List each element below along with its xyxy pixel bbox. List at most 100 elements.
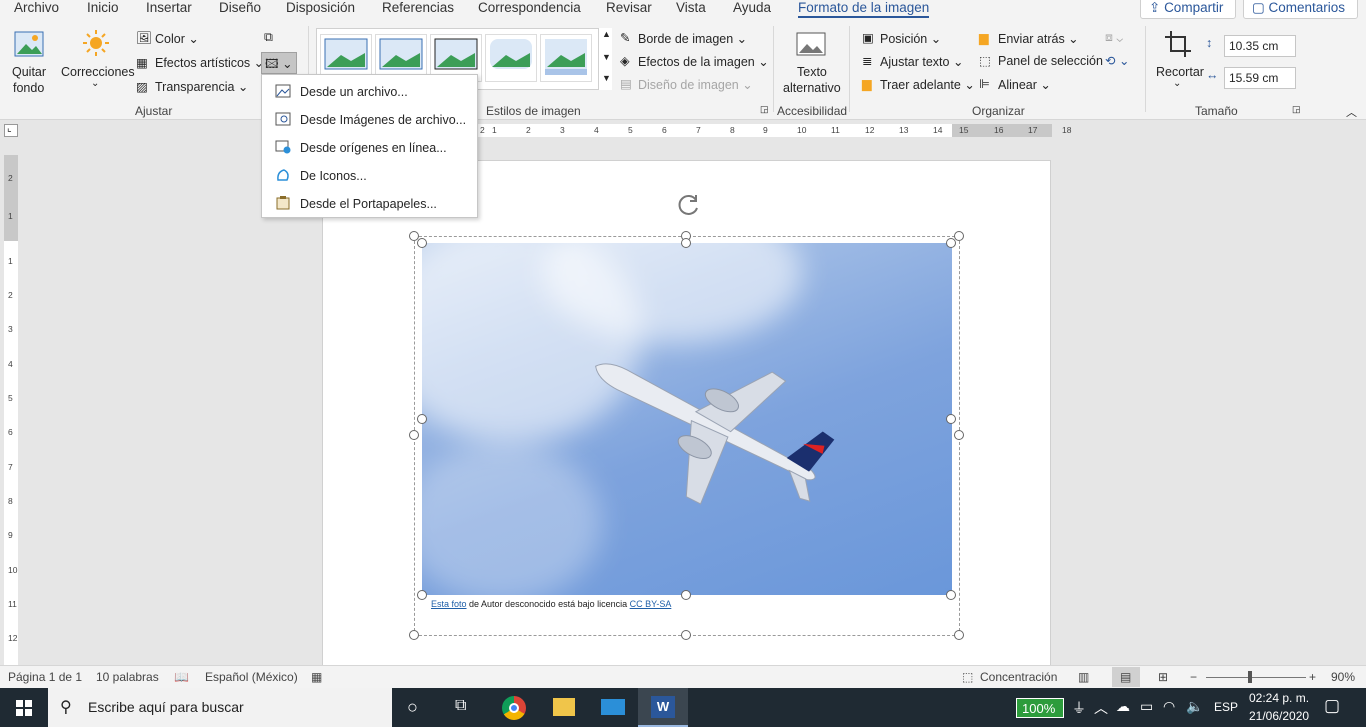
color-button[interactable]: Color ⌄ bbox=[155, 31, 199, 46]
battery-icon[interactable]: ▭ bbox=[1140, 698, 1153, 715]
resize-handle[interactable] bbox=[954, 430, 964, 440]
chrome-icon[interactable] bbox=[502, 696, 526, 720]
read-mode-icon[interactable]: ▥ bbox=[1078, 670, 1089, 684]
word-taskbar-button[interactable]: W bbox=[638, 688, 688, 727]
resize-handle[interactable] bbox=[946, 414, 956, 424]
menu-item-from-file[interactable]: Desde un archivo... bbox=[262, 77, 477, 105]
macro-icon[interactable]: ▦ bbox=[311, 670, 322, 684]
change-picture-button[interactable]: 🖾 ⌄ bbox=[261, 52, 297, 74]
volume-icon[interactable]: 🔈 bbox=[1186, 698, 1203, 715]
tab-diseno[interactable]: Diseño bbox=[219, 0, 261, 15]
height-input[interactable]: 10.35 cm bbox=[1224, 35, 1296, 57]
picture-border-button[interactable]: Borde de imagen ⌄ bbox=[638, 31, 747, 46]
tab-inicio[interactable]: Inicio bbox=[87, 0, 119, 15]
vertical-ruler[interactable]: 2 1 1 2 3 4 5 6 7 8 9 10 11 12 bbox=[4, 155, 18, 665]
word-count[interactable]: 10 palabras bbox=[96, 670, 159, 684]
tab-correspondencia[interactable]: Correspondencia bbox=[478, 0, 581, 15]
tab-disposicion[interactable]: Disposición bbox=[286, 0, 355, 15]
menu-item-online[interactable]: Desde orígenes en línea... bbox=[262, 133, 477, 161]
tab-ayuda[interactable]: Ayuda bbox=[733, 0, 771, 15]
style-thumb[interactable] bbox=[540, 34, 592, 82]
menu-item-stock-images[interactable]: Desde Imágenes de archivo... bbox=[262, 105, 477, 133]
remove-background-icon[interactable] bbox=[14, 30, 44, 60]
gallery-scroll[interactable]: ▲ ▼ ▼ bbox=[598, 28, 612, 90]
corrections-sun-icon[interactable] bbox=[83, 30, 109, 56]
crop-icon[interactable] bbox=[1164, 30, 1192, 58]
crop-button[interactable]: Recortar bbox=[1156, 65, 1204, 79]
tab-revisar[interactable]: Revisar bbox=[606, 0, 652, 15]
remove-bg-label-2[interactable]: fondo bbox=[13, 81, 44, 95]
license-link[interactable]: CC BY-SA bbox=[630, 599, 672, 609]
send-backward-button[interactable]: Enviar atrás ⌄ bbox=[998, 31, 1079, 46]
resize-handle[interactable] bbox=[681, 590, 691, 600]
style-thumb[interactable] bbox=[485, 34, 537, 82]
input-language[interactable]: ESP bbox=[1214, 700, 1238, 714]
rotate-handle-icon[interactable] bbox=[676, 192, 702, 218]
alt-text-label-1[interactable]: Texto bbox=[797, 65, 827, 79]
clock-time[interactable]: 02:24 p. m. bbox=[1249, 691, 1309, 705]
tab-vista[interactable]: Vista bbox=[676, 0, 706, 15]
page-count[interactable]: Página 1 de 1 bbox=[8, 670, 82, 684]
tab-insertar[interactable]: Insertar bbox=[146, 0, 192, 15]
width-input[interactable]: 15.59 cm bbox=[1224, 67, 1296, 89]
corrections-button[interactable]: Correcciones bbox=[61, 65, 135, 79]
start-button[interactable] bbox=[0, 688, 48, 727]
bring-forward-button[interactable]: Traer adelante ⌄ bbox=[880, 77, 975, 92]
wifi-icon[interactable]: ◠ bbox=[1163, 698, 1175, 715]
selection-pane-button[interactable]: Panel de selección bbox=[998, 54, 1103, 68]
battery-indicator[interactable]: 100% bbox=[1016, 698, 1064, 718]
resize-handle[interactable] bbox=[681, 238, 691, 248]
photo-link[interactable]: Esta foto bbox=[431, 599, 467, 609]
clock-date[interactable]: 21/06/2020 bbox=[1249, 709, 1309, 723]
notifications-icon[interactable]: ▢ bbox=[1324, 696, 1340, 716]
zoom-slider-thumb[interactable] bbox=[1248, 671, 1252, 683]
mail-icon[interactable] bbox=[601, 699, 625, 715]
zoom-level[interactable]: 90% bbox=[1331, 670, 1355, 684]
zoom-out-button[interactable]: − bbox=[1190, 670, 1197, 684]
tab-selector[interactable]: ⌞ bbox=[4, 123, 18, 137]
cortana-icon[interactable]: ○ bbox=[407, 697, 418, 718]
file-explorer-icon[interactable] bbox=[553, 698, 575, 716]
resize-handle[interactable] bbox=[954, 231, 964, 241]
picture-effects-button[interactable]: Efectos de la imagen ⌄ bbox=[638, 54, 769, 69]
resize-handle[interactable] bbox=[946, 590, 956, 600]
wrap-text-button[interactable]: Ajustar texto ⌄ bbox=[880, 54, 963, 69]
language-status[interactable]: Español (México) bbox=[205, 670, 298, 684]
transparency-button[interactable]: Transparencia ⌄ bbox=[155, 79, 248, 94]
cloud-error-icon[interactable]: ☁ bbox=[1116, 698, 1130, 715]
print-layout-button[interactable]: ▤ bbox=[1112, 667, 1140, 687]
chevron-up-icon[interactable]: ︿ bbox=[1094, 698, 1108, 718]
focus-mode-button[interactable]: Concentración bbox=[980, 670, 1057, 684]
proofing-icon[interactable]: 📖 bbox=[174, 670, 189, 684]
zoom-in-button[interactable]: + bbox=[1309, 670, 1316, 684]
power-plug-icon[interactable]: ⏚ bbox=[1072, 698, 1086, 718]
gallery-more-icon[interactable]: ▼ bbox=[602, 73, 611, 83]
remove-bg-label-1[interactable]: Quitar bbox=[12, 65, 46, 79]
zoom-slider-track[interactable] bbox=[1206, 677, 1306, 678]
chevron-down-icon[interactable]: ▼ bbox=[602, 52, 611, 62]
resize-handle[interactable] bbox=[946, 238, 956, 248]
alt-text-label-2[interactable]: alternativo bbox=[783, 81, 841, 95]
menu-item-icons[interactable]: De Iconos... bbox=[262, 161, 477, 189]
chevron-up-icon[interactable]: ▲ bbox=[602, 29, 611, 39]
alt-text-icon[interactable] bbox=[796, 32, 826, 60]
artistic-effects-button[interactable]: Efectos artísticos ⌄ bbox=[155, 55, 264, 70]
resize-handle[interactable] bbox=[409, 430, 419, 440]
position-button[interactable]: Posición ⌄ bbox=[880, 31, 941, 46]
collapse-ribbon-icon[interactable]: ︿ bbox=[1346, 104, 1357, 120]
menu-item-clipboard[interactable]: Desde el Portapapeles... bbox=[262, 189, 477, 217]
align-button[interactable]: Alinear ⌄ bbox=[998, 77, 1051, 92]
tab-referencias[interactable]: Referencias bbox=[382, 0, 454, 15]
tab-formato-imagen[interactable]: Formato de la imagen bbox=[798, 0, 930, 18]
task-view-icon[interactable]: ⧉ bbox=[455, 697, 466, 715]
resize-handle[interactable] bbox=[681, 630, 691, 640]
tab-archivo[interactable]: Archivo bbox=[14, 0, 59, 15]
resize-handle[interactable] bbox=[409, 630, 419, 640]
dialog-launcher-icon[interactable]: ◲ bbox=[760, 104, 769, 115]
share-button[interactable]: ⇪ Compartir bbox=[1140, 0, 1236, 19]
rotate-icon[interactable]: ⟲ ⌄ bbox=[1105, 53, 1129, 68]
compress-pictures-icon[interactable]: ⧉ bbox=[264, 30, 273, 45]
comments-button[interactable]: ▢ Comentarios bbox=[1243, 0, 1358, 19]
dialog-launcher-icon[interactable]: ◲ bbox=[1292, 104, 1301, 115]
resize-handle[interactable] bbox=[417, 238, 427, 248]
